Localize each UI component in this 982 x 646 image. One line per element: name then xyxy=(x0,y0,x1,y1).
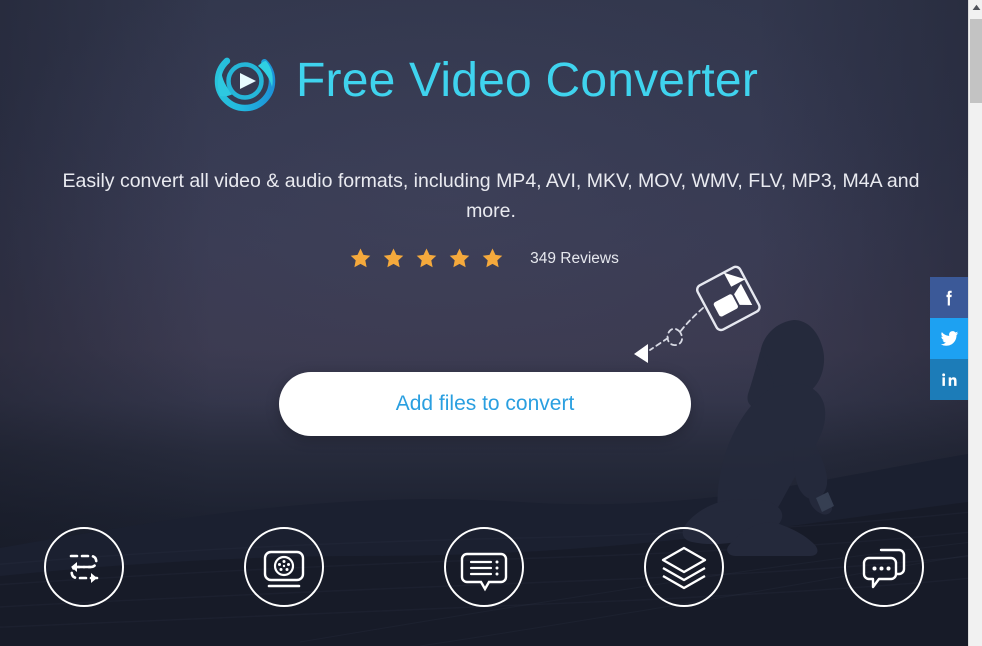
rating-block: 349 Reviews xyxy=(0,247,968,270)
scroll-up-arrow-icon xyxy=(972,4,980,10)
linkedin-icon xyxy=(941,373,957,386)
feature-icon-row xyxy=(0,526,968,608)
twitter-share-button[interactable] xyxy=(930,318,968,359)
linkedin-share-button[interactable] xyxy=(930,359,968,400)
star-icon xyxy=(449,248,470,268)
star-rating xyxy=(349,247,504,270)
facebook-share-button[interactable] xyxy=(930,277,968,318)
silhouette-figure xyxy=(682,320,834,556)
subtitle-bubble-icon[interactable] xyxy=(443,526,525,608)
brand-header: Free Video Converter xyxy=(0,46,968,116)
facebook-icon xyxy=(946,290,952,305)
page-root: Free Video Converter Easily convert all … xyxy=(0,0,982,646)
hero-subtitle: Easily convert all video & audio formats… xyxy=(62,170,920,222)
convert-arrows-icon[interactable] xyxy=(43,526,125,608)
chat-bubbles-icon[interactable] xyxy=(843,526,925,608)
star-icon xyxy=(383,248,404,268)
star-icon xyxy=(350,248,371,268)
page-title: Free Video Converter xyxy=(295,54,758,107)
scrollbar-track[interactable] xyxy=(969,14,982,646)
scrollbar-thumb[interactable] xyxy=(970,19,982,103)
layers-stack-icon[interactable] xyxy=(643,526,725,608)
star-icon xyxy=(416,248,437,268)
vertical-scrollbar[interactable] xyxy=(968,0,982,646)
play-circle-swirl-icon xyxy=(214,50,276,112)
add-files-to-convert-button[interactable]: Add files to convert xyxy=(279,372,691,436)
star-icon xyxy=(482,248,503,268)
social-share-rail xyxy=(930,277,968,400)
twitter-icon xyxy=(940,331,958,346)
reviews-count: 349 Reviews xyxy=(530,249,619,267)
scroll-up-button[interactable] xyxy=(969,0,982,14)
screen-recorder-icon[interactable] xyxy=(243,526,325,608)
